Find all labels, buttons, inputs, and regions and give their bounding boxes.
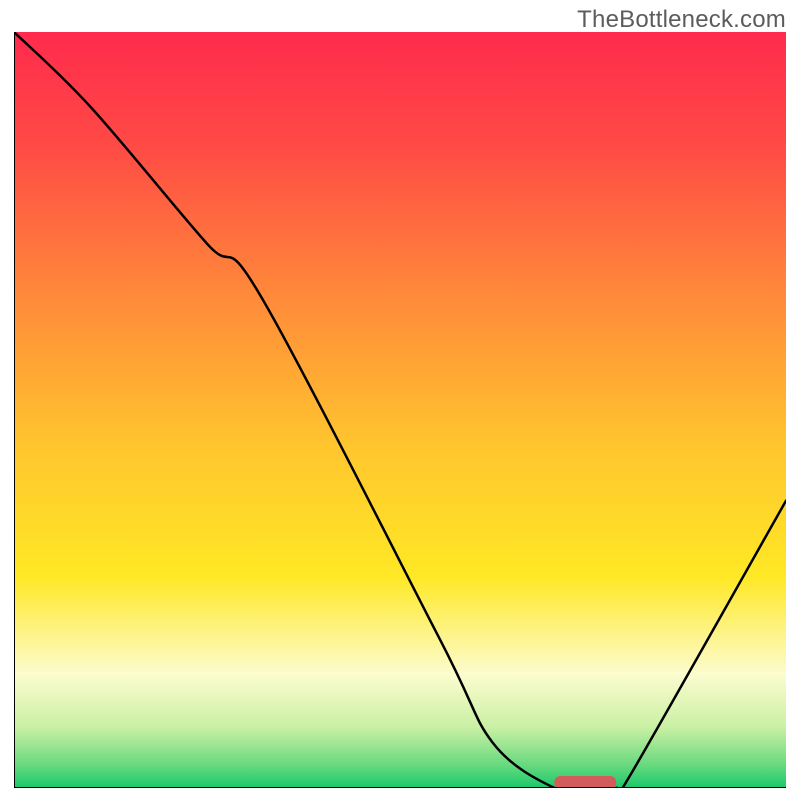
gradient-background (14, 32, 786, 788)
chart-container (14, 32, 786, 788)
bottleneck-chart (14, 32, 786, 788)
optimal-range-marker (554, 776, 616, 788)
watermark-text: TheBottleneck.com (577, 6, 786, 34)
